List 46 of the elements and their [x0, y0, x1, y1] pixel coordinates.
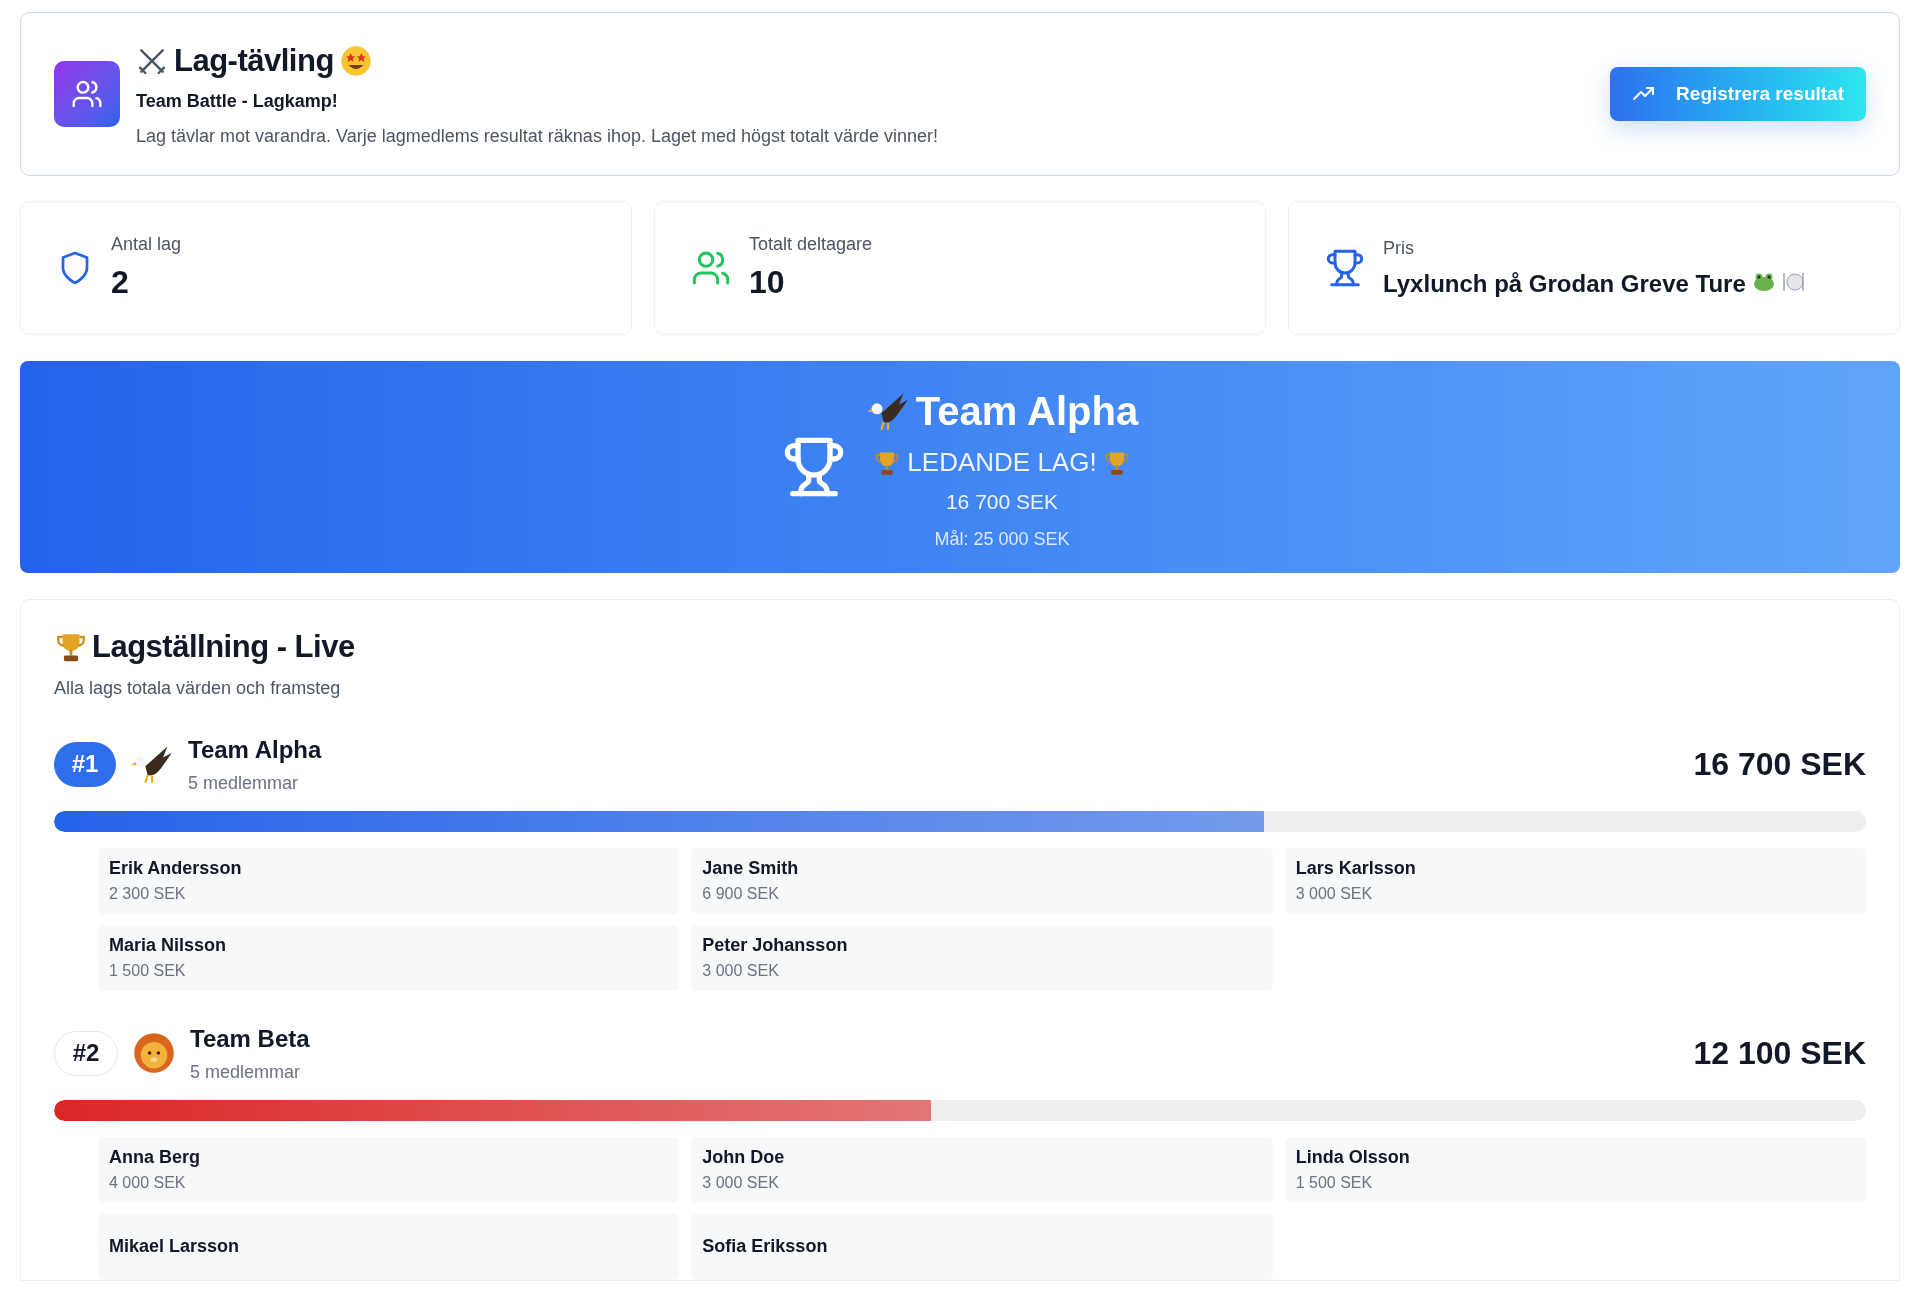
- lion-icon: [132, 1031, 176, 1075]
- leader-goal: Mål: 25 000 SEK: [934, 527, 1070, 551]
- stat-label: Pris: [1383, 236, 1415, 260]
- stat-value: 10: [749, 262, 785, 302]
- stat-value: Lyxlunch på Grodan Greve Ture: [1383, 268, 1746, 299]
- member-amount: 6 900 SEK: [702, 884, 780, 904]
- member-name: Lars Karlsson: [1295, 857, 1417, 880]
- member-name: Sofia Eriksson: [702, 1235, 829, 1258]
- member-name: Anna Berg: [109, 1146, 201, 1169]
- trophy-icon: [1325, 248, 1365, 288]
- rank-badge: #2: [54, 1030, 118, 1076]
- team-total: 12 100 SEK: [1693, 1034, 1866, 1073]
- page-title: Lag-tävling: [174, 41, 334, 80]
- member-amount: 3 000 SEK: [702, 1173, 780, 1193]
- member-name: Erik Andersson: [109, 857, 243, 880]
- users-icon: [71, 78, 103, 110]
- stat-label: Totalt deltagare: [749, 232, 873, 256]
- stat-label: Antal lag: [111, 232, 182, 256]
- member-name: Peter Johansson: [702, 934, 849, 957]
- member-name: Maria Nilsson: [109, 934, 228, 957]
- member-amount: 1 500 SEK: [1295, 1173, 1374, 1193]
- member-amount: 1 500 SEK: [109, 961, 187, 981]
- standings-subtitle: Alla lags totala värden och framsteg: [54, 676, 342, 700]
- team-total: 16 700 SEK: [1693, 745, 1866, 784]
- team-name: Team Beta: [190, 1023, 310, 1054]
- member-amount: 2 300 SEK: [109, 884, 187, 904]
- leader-total: 16 700 SEK: [945, 489, 1059, 516]
- leader-name: Team Alpha: [915, 388, 1139, 436]
- stat-value: 2: [111, 262, 129, 302]
- member-name: Jane Smith: [702, 857, 800, 880]
- member-name: Linda Olsson: [1295, 1146, 1411, 1169]
- rank-badge: #1: [54, 741, 116, 787]
- leader-tagline: LEDANDE LAG!: [907, 446, 1097, 480]
- member-name: John Doe: [702, 1146, 786, 1169]
- team-name: Team Alpha: [188, 734, 322, 765]
- member-count: 5 medlemmar: [188, 771, 300, 795]
- member-amount: 4 000 SEK: [109, 1173, 187, 1193]
- member-count: 5 medlemmar: [190, 1060, 302, 1084]
- page-description: Lag tävlar mot varandra. Varje lagmedlems resultat räknas ihop. Laget med högst totalt värde vinner!: [136, 125, 939, 149]
- register-result-button[interactable]: Registrera resultat: [1610, 67, 1866, 121]
- member-name: Mikael Larsson: [109, 1235, 241, 1258]
- page-subtitle: Team Battle - Lagkamp!: [136, 90, 339, 114]
- member-amount: 3 000 SEK: [702, 961, 780, 981]
- member-amount: 3 000 SEK: [1295, 884, 1374, 904]
- standings-title: Lagställning - Live: [92, 628, 355, 666]
- star-struck-emoji-icon: [339, 45, 372, 77]
